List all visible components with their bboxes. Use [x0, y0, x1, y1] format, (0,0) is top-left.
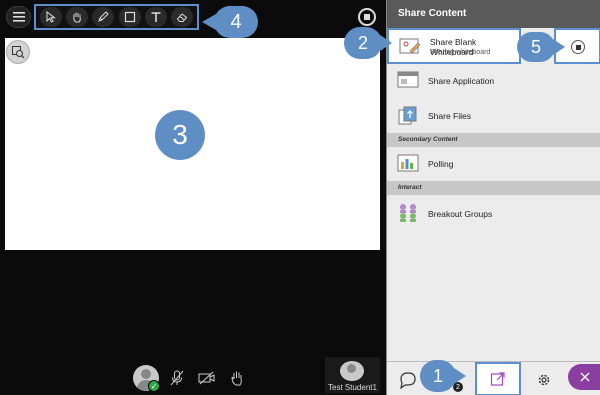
microphone-toggle[interactable] [167, 368, 187, 388]
camera-toggle[interactable] [197, 368, 217, 388]
eraser-icon [176, 13, 188, 22]
hamburger-icon [12, 12, 25, 22]
zoom-fit-icon [12, 46, 25, 59]
callout-2: 2 [344, 27, 392, 59]
camera-off-icon [198, 371, 215, 385]
close-icon [580, 372, 590, 382]
polling-label: Polling [428, 159, 454, 169]
collaborate-panel: Share Content Share Blank Whiteboard Sha… [386, 0, 600, 395]
callout-3: 3 [155, 110, 205, 160]
stop-icon [571, 40, 585, 54]
pan-hand-icon [73, 12, 82, 23]
pointer-tool[interactable] [40, 7, 63, 27]
participant-avatar [340, 361, 364, 381]
pan-tool[interactable] [66, 7, 89, 27]
presence-check-icon: ✓ [148, 380, 160, 392]
share-files-label: Share Files [428, 111, 471, 121]
main-stage: 3 4 ✓ Test Student1 [0, 0, 386, 395]
share-content-tab[interactable] [475, 362, 521, 395]
microphone-muted-icon [170, 370, 184, 386]
share-content-icon [490, 372, 505, 386]
file-upload-icon [398, 106, 417, 125]
pointer-icon [46, 11, 57, 23]
polling-chart-icon [397, 154, 419, 172]
callout-5: 5 [517, 32, 565, 62]
section-secondary-content: Secondary Content [387, 133, 600, 147]
callout-1: 1 [420, 360, 466, 392]
pencil-tool[interactable] [92, 7, 115, 27]
chat-icon [400, 372, 416, 389]
breakout-groups-label: Breakout Groups [428, 209, 493, 219]
close-panel-button[interactable] [568, 364, 600, 390]
stop-sharing-button[interactable] [358, 8, 376, 26]
whiteboard-toolbar [34, 4, 199, 30]
participant-name: Test Student1 [328, 383, 377, 392]
polling-item[interactable]: Polling [387, 149, 600, 177]
session-menu-button[interactable] [6, 6, 31, 28]
shape-tool[interactable] [118, 7, 141, 27]
pencil-icon [98, 11, 110, 22]
breakout-groups-icon [400, 204, 416, 222]
raise-hand-button[interactable] [227, 368, 247, 388]
gear-icon [538, 374, 550, 386]
settings-tab[interactable] [533, 369, 555, 391]
stage-controls: ✓ Test Student1 [0, 355, 386, 395]
section-interact: Interact [387, 181, 600, 195]
application-window-icon [397, 71, 419, 88]
breakout-groups-item[interactable]: Breakout Groups [387, 198, 600, 228]
stop-icon [364, 14, 370, 20]
share-application-label: Share Application [428, 76, 495, 86]
share-files-item[interactable]: Share Files [387, 100, 600, 130]
text-icon [151, 12, 161, 22]
share-blank-whiteboard-item[interactable]: Share Blank Whiteboard Sharing whiteboar… [387, 28, 521, 64]
eraser-tool[interactable] [170, 7, 193, 27]
raise-hand-icon [231, 371, 242, 386]
chat-tab[interactable] [397, 369, 419, 391]
text-tool[interactable] [144, 7, 167, 27]
section-secondary-label: Secondary Content [398, 136, 458, 143]
panel-header: Share Content [387, 0, 600, 28]
whiteboard-zoom-button[interactable] [6, 40, 30, 64]
callout-4: 4 [202, 6, 258, 38]
section-interact-label: Interact [398, 184, 422, 191]
participant-tile[interactable]: Test Student1 [325, 357, 380, 393]
whiteboard-icon [399, 38, 421, 54]
sharing-status: Sharing whiteboard [430, 49, 491, 56]
rectangle-icon [124, 11, 135, 23]
collaborate-session: 3 4 ✓ Test Student1 Share Content Share … [0, 0, 600, 395]
share-application-item[interactable]: Share Application [387, 66, 600, 94]
panel-title: Share Content [398, 8, 467, 19]
